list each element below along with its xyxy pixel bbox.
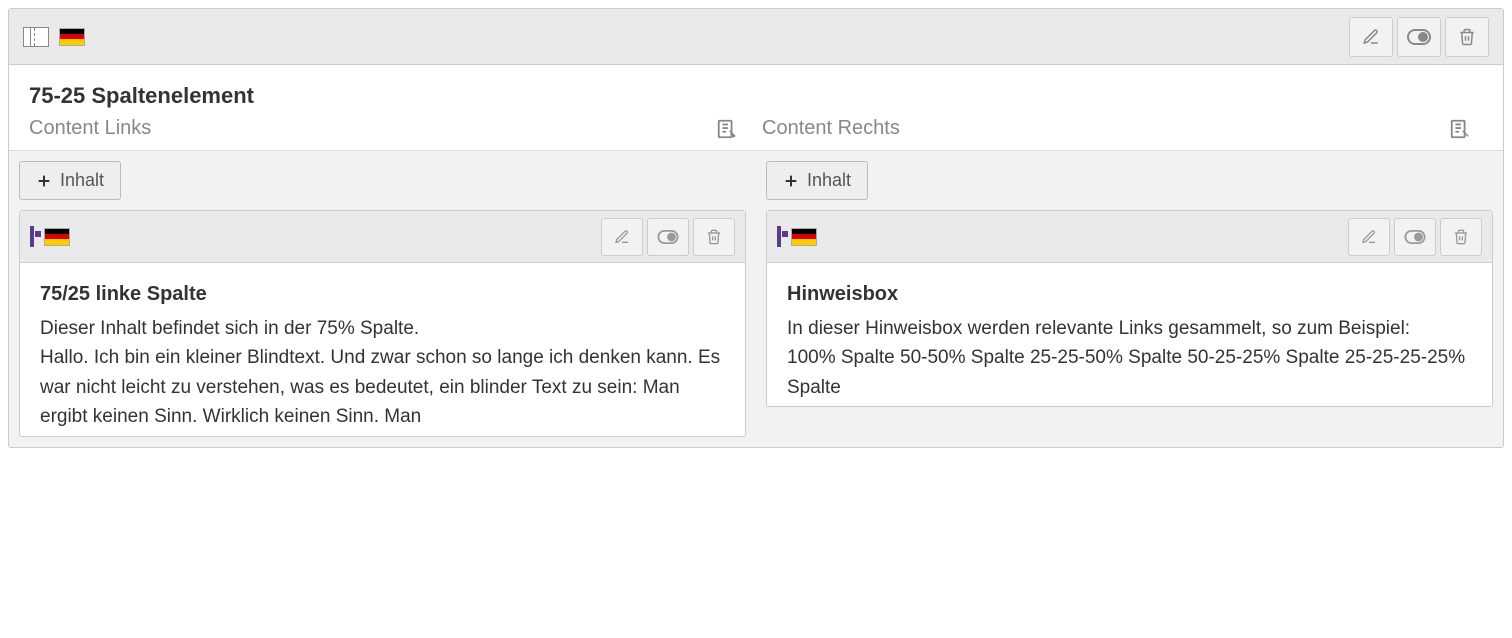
delete-button[interactable] bbox=[1445, 17, 1489, 57]
card-text-line: Hallo. Ich bin ein kleiner Blindtext. Un… bbox=[40, 343, 725, 431]
card-title: 75/25 linke Spalte bbox=[40, 279, 725, 310]
card-header-left bbox=[30, 228, 70, 246]
columns-type-icon bbox=[23, 27, 49, 47]
column-left: Inhalt bbox=[19, 161, 746, 437]
panel-title-row: 75-25 Spaltenelement bbox=[9, 65, 1503, 117]
toggle-button[interactable] bbox=[1397, 17, 1441, 57]
add-content-area-icon[interactable] bbox=[716, 118, 738, 140]
flag-de-icon bbox=[44, 228, 70, 246]
column-header-right: Content Rechts bbox=[750, 117, 1483, 140]
toggle-button[interactable] bbox=[1394, 218, 1436, 256]
card-header bbox=[767, 211, 1492, 263]
content-type-icon bbox=[777, 228, 781, 246]
flag-de-icon bbox=[791, 228, 817, 246]
add-content-area-icon[interactable] bbox=[1449, 118, 1471, 140]
card-text-line: 100% Spalte 50-50% Spalte 25-25-50% Spal… bbox=[787, 343, 1472, 402]
flag-de-icon bbox=[59, 28, 85, 46]
add-content-button-right[interactable]: Inhalt bbox=[766, 161, 868, 200]
delete-button[interactable] bbox=[693, 218, 735, 256]
panel-actions bbox=[1349, 17, 1489, 57]
column-header-left: Content Links bbox=[29, 117, 750, 140]
column-right: Inhalt bbox=[766, 161, 1493, 437]
toggle-button[interactable] bbox=[647, 218, 689, 256]
panel-header-left bbox=[23, 27, 85, 47]
panel-title: 75-25 Spaltenelement bbox=[29, 83, 1483, 109]
edit-button[interactable] bbox=[1349, 17, 1393, 57]
content-type-icon bbox=[30, 228, 34, 246]
column-right-label: Content Rechts bbox=[762, 117, 900, 140]
card-actions bbox=[601, 218, 735, 256]
columns-header: Content Links Content Rechts bbox=[9, 117, 1503, 150]
card-actions bbox=[1348, 218, 1482, 256]
edit-button[interactable] bbox=[601, 218, 643, 256]
card-body: Hinweisbox In dieser Hinweisbox werden r… bbox=[767, 263, 1492, 406]
card-text-line: In dieser Hinweisbox werden relevante Li… bbox=[787, 314, 1472, 343]
edit-button[interactable] bbox=[1348, 218, 1390, 256]
column-left-label: Content Links bbox=[29, 117, 151, 140]
content-card-left: 75/25 linke Spalte Dieser Inhalt befinde… bbox=[19, 210, 746, 437]
delete-button[interactable] bbox=[1440, 218, 1482, 256]
add-content-label: Inhalt bbox=[807, 170, 851, 191]
add-content-label: Inhalt bbox=[60, 170, 104, 191]
card-header-left bbox=[777, 228, 817, 246]
card-body: 75/25 linke Spalte Dieser Inhalt befinde… bbox=[20, 263, 745, 436]
add-content-button-left[interactable]: Inhalt bbox=[19, 161, 121, 200]
card-title: Hinweisbox bbox=[787, 279, 1472, 310]
card-text-line: Dieser Inhalt befindet sich in der 75% S… bbox=[40, 314, 725, 343]
card-header bbox=[20, 211, 745, 263]
main-panel: 75-25 Spaltenelement Content Links Conte… bbox=[8, 8, 1504, 448]
content-card-right: Hinweisbox In dieser Hinweisbox werden r… bbox=[766, 210, 1493, 407]
panel-header bbox=[9, 9, 1503, 65]
columns-body: Inhalt bbox=[9, 150, 1503, 447]
